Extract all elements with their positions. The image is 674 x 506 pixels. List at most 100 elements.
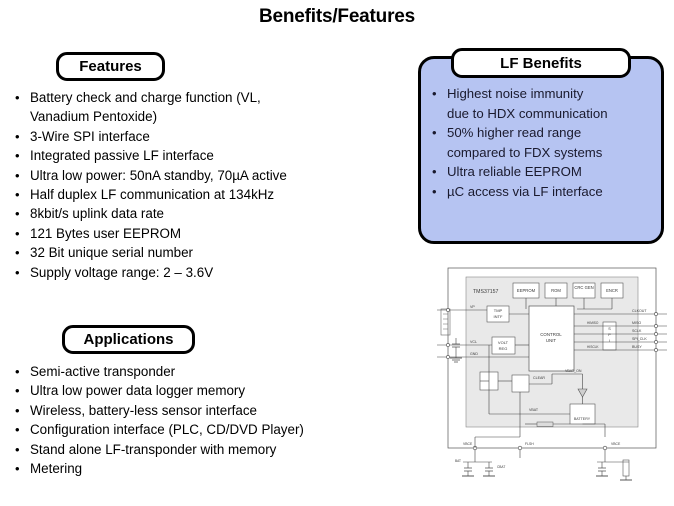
- list-item: • Integrated passive LF interface: [12, 146, 412, 165]
- list-item-text: 121 Bytes user EEPROM: [30, 225, 182, 241]
- list-item: • 32 Bit unique serial number: [12, 243, 412, 262]
- chip-label: TMS37157: [473, 289, 498, 295]
- bullet-icon: •: [15, 128, 20, 144]
- list-item-text: Ultra low power data logger memory: [30, 383, 246, 399]
- control-unit-label-2: UNIT: [546, 338, 557, 343]
- list-item: • 121 Bytes user EEPROM: [12, 224, 412, 243]
- signal-spiclk-label: SPI_CLK: [632, 337, 647, 341]
- volt-reg-block-label-1: VOLT: [498, 340, 509, 345]
- bullet-icon: •: [15, 264, 20, 280]
- list-item: • Wireless, battery-less sensor interface: [12, 401, 412, 420]
- list-item-text: Configuration interface (PLC, CD/DVD Pla…: [30, 422, 304, 438]
- list-item-text: Metering: [30, 461, 83, 477]
- list-item: • Battery check and charge function (VL, …: [12, 88, 412, 127]
- bullet-icon: •: [15, 90, 20, 105]
- list-item: • Configuration interface (PLC, CD/DVD Pl…: [12, 420, 412, 439]
- list-item: • Ultra reliable EEPROM: [425, 162, 660, 182]
- list-item-text: 3-Wire SPI interface: [30, 128, 150, 144]
- signal-vbat-label: VBAT: [529, 408, 539, 412]
- tmp-intf-block-label-1: TMP: [494, 308, 503, 313]
- bullet-icon: •: [15, 422, 20, 438]
- crc-block-label: CRC GEN: [574, 285, 593, 290]
- applications-heading-label: Applications: [83, 331, 174, 348]
- signal-miso-label: MISO: [632, 321, 641, 325]
- list-item: • Supply voltage range: 2 – 3.6V: [12, 263, 412, 282]
- features-heading-pill: Features: [56, 52, 165, 81]
- lf-benefits-list: • Highest noise immunity due to HDX commu…: [425, 84, 660, 202]
- bullet-icon: •: [432, 164, 437, 180]
- spi-block-label-1: S: [608, 327, 611, 331]
- cbat-label: CBAT: [497, 465, 505, 469]
- signal-vp-label: VP: [470, 305, 475, 309]
- eeprom-block-label: EEPROM: [517, 288, 536, 293]
- signal-busy-label: BUSY: [632, 345, 642, 349]
- bullet-icon: •: [15, 245, 20, 261]
- bullet-icon: •: [15, 148, 20, 164]
- signal-vcl-label: VCL: [470, 340, 477, 344]
- applications-heading-pill: Applications: [62, 325, 195, 354]
- signal-gnd-label: GND: [470, 352, 478, 356]
- encr-block-label: ENCR: [606, 288, 618, 293]
- spi-block-label-3: I: [609, 339, 610, 343]
- list-item: • Half duplex LF communication at 134kHz: [12, 185, 412, 204]
- bullet-icon: •: [15, 402, 20, 418]
- list-item-text: Highest noise immunity due to HDX commun…: [447, 86, 608, 121]
- list-item: • Highest noise immunity due to HDX commu…: [425, 84, 660, 123]
- list-item-text: Wireless, battery-less sensor interface: [30, 402, 257, 418]
- list-item-text: Ultra reliable EEPROM: [447, 164, 582, 180]
- list-item-text: Battery check and charge function (VL, V…: [30, 90, 261, 125]
- bullet-icon: •: [15, 383, 20, 399]
- bullet-icon: •: [15, 187, 20, 203]
- slide-root: Benefits/Features Features • Battery chec…: [0, 0, 674, 506]
- list-item-text: Ultra low power: 50nA standby, 70µA acti…: [30, 167, 287, 183]
- signal-vbce-label-1: VBCE: [463, 442, 473, 446]
- bullet-icon: •: [15, 461, 20, 477]
- list-item: • µC access via LF interface: [425, 182, 660, 202]
- rom-block-label: ROM: [551, 288, 561, 293]
- list-item-text: Semi-active transponder: [30, 364, 176, 379]
- signal-spi-in-label: HIMISO: [587, 321, 599, 325]
- bullet-icon: •: [15, 206, 20, 222]
- signal-clkout-label: CLKOUT: [632, 309, 647, 313]
- list-item-text: 32 Bit unique serial number: [30, 245, 194, 261]
- control-unit-label-1: CONTROL: [540, 332, 562, 337]
- bullet-icon: •: [432, 86, 437, 101]
- list-item: • 3-Wire SPI interface: [12, 127, 412, 146]
- lf-benefits-heading-pill: LF Benefits: [451, 48, 631, 78]
- bat-label: BAT: [455, 459, 461, 463]
- features-list: • Battery check and charge function (VL, …: [12, 88, 412, 282]
- bullet-icon: •: [432, 125, 437, 141]
- bullet-icon: •: [432, 183, 437, 199]
- signal-spi-out-label: HISCLK: [587, 345, 599, 349]
- signal-sclk-label: SCLK: [632, 329, 642, 333]
- list-item-text: 8kbit/s uplink data rate: [30, 206, 164, 222]
- spi-block-label-2: P: [608, 333, 611, 337]
- volt-reg-block-label-2: REG: [499, 346, 508, 351]
- bullet-icon: •: [15, 364, 20, 379]
- list-item: • 50% higher read range compared to FDX s…: [425, 123, 660, 162]
- list-item: • Ultra low power: 50nA standby, 70µA act…: [12, 166, 412, 185]
- list-item-text: Stand alone LF-transponder with memory: [30, 441, 277, 457]
- features-heading-label: Features: [79, 58, 142, 75]
- signal-vbaton-label: VBAT_ON: [565, 369, 582, 373]
- list-item-text: µC access via LF interface: [447, 183, 603, 199]
- list-item: • Ultra low power data logger memory: [12, 381, 412, 400]
- battery-block-label: BATTERY: [574, 417, 591, 421]
- list-item: • Semi-active transponder: [12, 362, 412, 381]
- signal-flsh-label: FLSH: [525, 442, 534, 446]
- signal-vbce-label-2: VBCE: [611, 442, 621, 446]
- tmp-intf-block-label-2: INTF: [494, 314, 503, 319]
- list-item-text: Integrated passive LF interface: [30, 148, 214, 164]
- signal-clear-label: CLEAR: [533, 376, 545, 380]
- list-item: • Metering: [12, 459, 412, 478]
- list-item: • Stand alone LF-transponder with memory: [12, 440, 412, 459]
- list-item: • 8kbit/s uplink data rate: [12, 204, 412, 223]
- bullet-icon: •: [15, 167, 20, 183]
- list-item-text: Supply voltage range: 2 – 3.6V: [30, 264, 214, 280]
- block-diagram: TMS37157 EEPROM ROM CRC GEN ENCR TMP INT…: [437, 262, 667, 484]
- list-item-text: Half duplex LF communication at 134kHz: [30, 187, 275, 203]
- applications-list: • Semi-active transponder • Ultra low powe…: [12, 362, 412, 478]
- page-title: Benefits/Features: [258, 6, 416, 27]
- bullet-icon: •: [15, 225, 20, 241]
- bullet-icon: •: [15, 441, 20, 457]
